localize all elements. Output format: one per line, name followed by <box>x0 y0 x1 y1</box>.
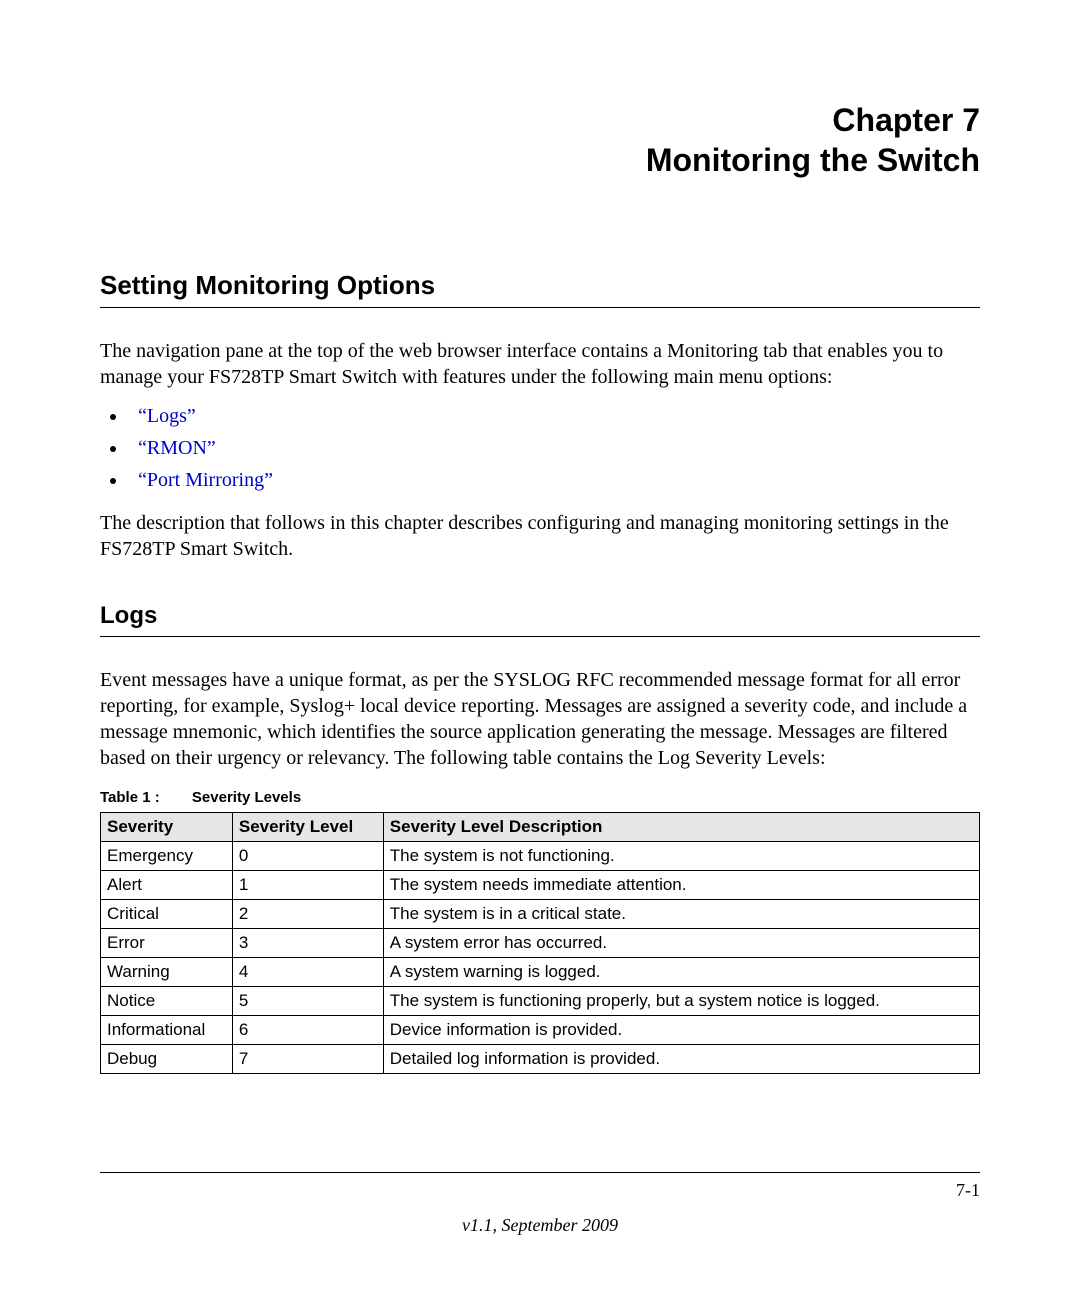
version-label: v1.1, September 2009 <box>100 1215 980 1236</box>
list-item: “Logs” <box>128 400 980 432</box>
table-row: Informational 6 Device information is pr… <box>101 1016 980 1045</box>
cell-description: A system warning is logged. <box>383 958 979 987</box>
cell-level: 6 <box>232 1016 383 1045</box>
table-caption: Table 1 : Severity Levels <box>100 789 980 806</box>
menu-options-list: “Logs” “RMON” “Port Mirroring” <box>100 400 980 496</box>
chapter-name: Monitoring the Switch <box>100 140 980 180</box>
intro-paragraph-1: The navigation pane at the top of the we… <box>100 338 980 390</box>
table-row: Critical 2 The system is in a critical s… <box>101 900 980 929</box>
table-row: Error 3 A system error has occurred. <box>101 929 980 958</box>
document-page: Chapter 7 Monitoring the Switch Setting … <box>0 0 1080 1296</box>
col-header-severity: Severity <box>101 813 233 842</box>
table-row: Alert 1 The system needs immediate atten… <box>101 871 980 900</box>
col-header-description: Severity Level Description <box>383 813 979 842</box>
intro-paragraph-2: The description that follows in this cha… <box>100 510 980 562</box>
cell-severity: Critical <box>101 900 233 929</box>
cell-level: 3 <box>232 929 383 958</box>
list-item: “Port Mirroring” <box>128 464 980 496</box>
logs-link[interactable]: “Logs” <box>138 405 196 427</box>
logs-paragraph: Event messages have a unique format, as … <box>100 667 980 771</box>
cell-description: Device information is provided. <box>383 1016 979 1045</box>
section-heading-monitoring-options: Setting Monitoring Options <box>100 270 980 308</box>
cell-severity: Error <box>101 929 233 958</box>
page-footer: 7-1 v1.1, September 2009 <box>100 1172 980 1236</box>
table-row: Warning 4 A system warning is logged. <box>101 958 980 987</box>
cell-severity: Informational <box>101 1016 233 1045</box>
cell-level: 5 <box>232 987 383 1016</box>
table-row: Notice 5 The system is functioning prope… <box>101 987 980 1016</box>
footer-divider <box>100 1172 980 1174</box>
severity-levels-table: Severity Severity Level Severity Level D… <box>100 812 980 1074</box>
cell-description: A system error has occurred. <box>383 929 979 958</box>
cell-severity: Warning <box>101 958 233 987</box>
cell-level: 0 <box>232 842 383 871</box>
cell-description: Detailed log information is provided. <box>383 1045 979 1074</box>
chapter-title-block: Chapter 7 Monitoring the Switch <box>100 100 980 180</box>
section-heading-logs: Logs <box>100 602 980 637</box>
cell-severity: Emergency <box>101 842 233 871</box>
cell-severity: Notice <box>101 987 233 1016</box>
table-header-row: Severity Severity Level Severity Level D… <box>101 813 980 842</box>
cell-level: 1 <box>232 871 383 900</box>
cell-level: 7 <box>232 1045 383 1074</box>
table-title-label: Severity Levels <box>192 789 301 806</box>
col-header-level: Severity Level <box>232 813 383 842</box>
rmon-link[interactable]: “RMON” <box>138 437 216 459</box>
chapter-number: Chapter 7 <box>100 100 980 140</box>
cell-description: The system is not functioning. <box>383 842 979 871</box>
cell-description: The system is in a critical state. <box>383 900 979 929</box>
cell-severity: Alert <box>101 871 233 900</box>
cell-description: The system is functioning properly, but … <box>383 987 979 1016</box>
table-number-label: Table 1 : <box>100 789 160 806</box>
cell-level: 2 <box>232 900 383 929</box>
table-row: Emergency 0 The system is not functionin… <box>101 842 980 871</box>
cell-severity: Debug <box>101 1045 233 1074</box>
table-row: Debug 7 Detailed log information is prov… <box>101 1045 980 1074</box>
port-mirroring-link[interactable]: “Port Mirroring” <box>138 469 273 491</box>
page-number: 7-1 <box>956 1180 980 1201</box>
cell-level: 4 <box>232 958 383 987</box>
cell-description: The system needs immediate attention. <box>383 871 979 900</box>
list-item: “RMON” <box>128 432 980 464</box>
